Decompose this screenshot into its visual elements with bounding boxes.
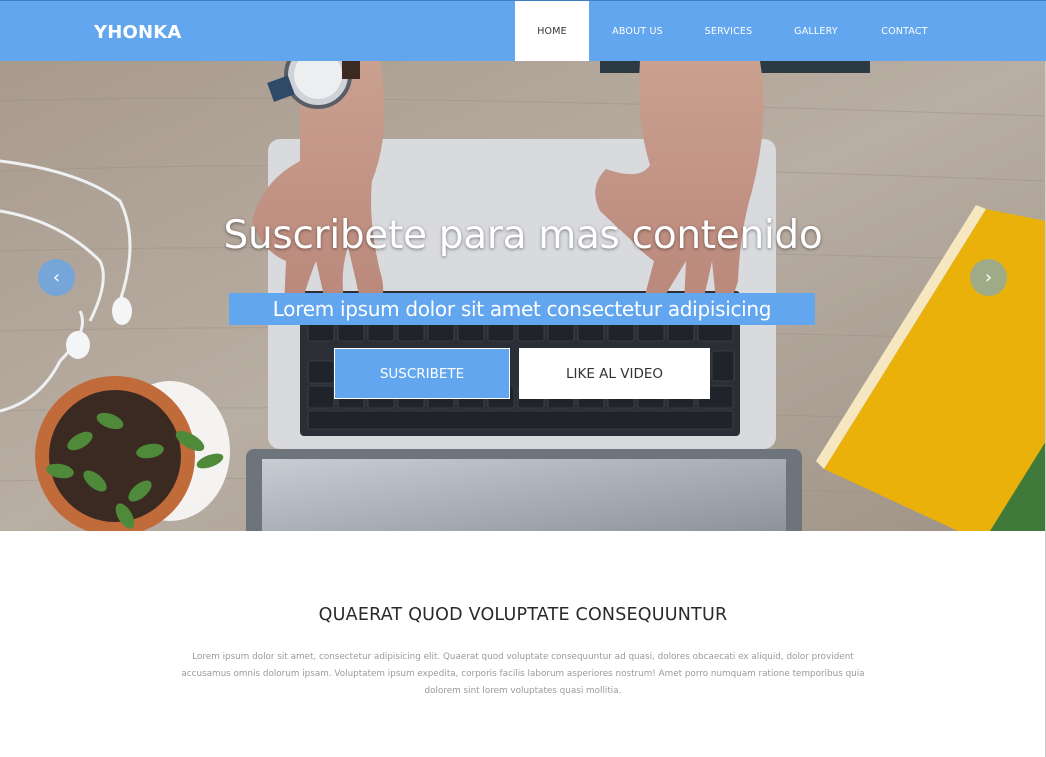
- carousel-next-button[interactable]: ›: [970, 259, 1007, 296]
- chevron-right-icon: ›: [984, 267, 993, 288]
- hero-title: Suscribete para mas contenido: [223, 213, 823, 258]
- hero-subtitle: Lorem ipsum dolor sit amet consectetur a…: [229, 293, 815, 325]
- section-paragraph: Lorem ipsum dolor sit amet, consectetur …: [181, 652, 865, 696]
- brand-logo[interactable]: YHONKA: [94, 22, 182, 43]
- chevron-left-icon: ‹: [52, 267, 61, 288]
- like-video-button[interactable]: LIKE AL VIDEO: [519, 348, 710, 399]
- subscribe-button[interactable]: SUSCRIBETE: [334, 348, 510, 399]
- nav-home[interactable]: HOME: [515, 1, 589, 62]
- section-heading: QUAERAT QUOD VOLUPTATE CONSEQUUNTUR: [318, 605, 728, 625]
- hero-carousel: Suscribete para mas contenido Lorem ipsu…: [0, 61, 1046, 531]
- nav-links: HOME ABOUT US SERVICES GALLERY CONTACT: [515, 1, 948, 62]
- carousel-prev-button[interactable]: ‹: [38, 259, 75, 296]
- nav-gallery[interactable]: GALLERY: [771, 1, 861, 62]
- nav-about-us[interactable]: ABOUT US: [589, 1, 686, 62]
- nav-services[interactable]: SERVICES: [686, 1, 771, 62]
- nav-contact[interactable]: CONTACT: [861, 1, 948, 62]
- top-navbar: YHONKA HOME ABOUT US SERVICES GALLERY CO…: [0, 0, 1046, 62]
